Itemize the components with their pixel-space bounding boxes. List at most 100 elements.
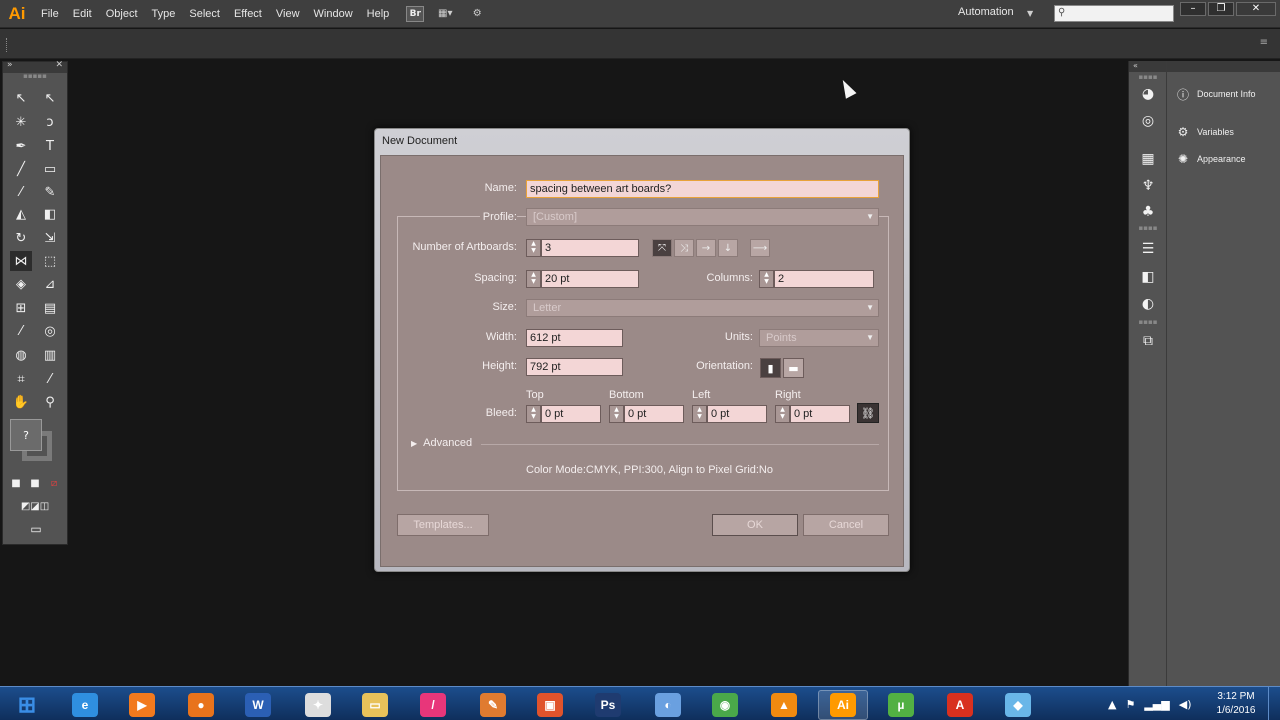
gradient-mode-icon[interactable]: ■	[26, 475, 44, 491]
bleed-bottom-stepper[interactable]: ▲ ▼	[609, 405, 624, 423]
blob-brush-tool-icon[interactable]: ◭	[10, 204, 32, 224]
close-button[interactable]: ✕	[1236, 2, 1276, 16]
panel-tab-appearance[interactable]: ✺ Appearance	[1175, 149, 1246, 169]
show-desktop-button[interactable]	[1268, 687, 1280, 720]
dock-grip[interactable]: ▪▪▪▪	[1133, 319, 1163, 326]
mesh-tool-icon[interactable]: ⊞	[10, 298, 32, 318]
transparency-panel-icon[interactable]: ◐	[1137, 294, 1159, 314]
artboard-tool-icon[interactable]: ⌗	[10, 369, 32, 389]
grid-by-column-icon[interactable]: ⤨	[674, 239, 694, 257]
artboards-count-field[interactable]: 3	[541, 239, 639, 257]
perspective-grid-tool-icon[interactable]: ⊿	[39, 274, 61, 294]
menu-help[interactable]: Help	[360, 8, 397, 20]
taskbar-app-red-button[interactable]: ▣	[525, 690, 575, 720]
collapse-icon[interactable]: »	[7, 60, 13, 70]
symbol-sprayer-tool-icon[interactable]: ◍	[10, 345, 32, 365]
dock-grip[interactable]: ▪▪▪▪	[1133, 225, 1163, 232]
portrait-orientation-icon[interactable]: ▮	[760, 358, 781, 378]
cancel-button[interactable]: Cancel	[803, 514, 889, 536]
zoom-tool-icon[interactable]: ⚲	[39, 392, 61, 412]
tools-grip[interactable]: ▪▪▪▪▪	[3, 73, 67, 81]
hand-tool-icon[interactable]: ✋	[10, 392, 32, 412]
swatches-icon[interactable]: ▦	[1137, 149, 1159, 169]
gradient-panel-icon[interactable]: ◧	[1137, 267, 1159, 287]
arrange-by-column-icon[interactable]: ↓	[718, 239, 738, 257]
taskbar-app-blue-button[interactable]: ◆	[993, 690, 1043, 720]
artboards-stepper[interactable]: ▲ ▼	[526, 239, 541, 257]
menu-select[interactable]: Select	[182, 8, 227, 20]
clock[interactable]: 3:12 PM 1/6/2016	[1210, 690, 1262, 718]
selection-tool-icon[interactable]: ↖	[10, 88, 32, 108]
scale-tool-icon[interactable]: ⇲	[39, 228, 61, 248]
spacing-stepper[interactable]: ▲ ▼	[526, 270, 541, 288]
pencil-tool-icon[interactable]: ✎	[39, 182, 61, 202]
taskbar-word-button[interactable]: W	[233, 690, 283, 720]
shape-builder-tool-icon[interactable]: ◈	[10, 274, 32, 294]
gradient-tool-icon[interactable]: ▤	[39, 298, 61, 318]
eraser-tool-icon[interactable]: ◧	[39, 204, 61, 224]
screen-mode-icon[interactable]: ▭	[21, 520, 51, 538]
dock-grip[interactable]: ▪▪▪▪	[1133, 74, 1163, 81]
none-mode-icon[interactable]: ⧄	[45, 475, 63, 491]
chevron-down-icon[interactable]: ▼	[1027, 9, 1033, 18]
dock-collapse-icon[interactable]: «	[1129, 61, 1166, 72]
taskbar-illustrator-button[interactable]: Ai	[818, 690, 868, 720]
eyedropper-tool-icon[interactable]: ⁄	[10, 321, 32, 341]
taskbar-internet-explorer-button[interactable]: e	[60, 690, 110, 720]
taskbar-app-tools-button[interactable]: ✎	[468, 690, 518, 720]
bleed-top-stepper[interactable]: ▲ ▼	[526, 405, 541, 423]
menu-effect[interactable]: Effect	[227, 8, 269, 20]
columns-field[interactable]: 2	[774, 270, 874, 288]
free-transform-tool-icon[interactable]: ⬚	[39, 251, 61, 271]
size-dropdown[interactable]: Letter ▼	[526, 299, 879, 317]
tray-expand-icon[interactable]: ▲	[1108, 698, 1116, 711]
paintbrush-tool-icon[interactable]: ⁄	[10, 182, 32, 202]
panel-tab-document-info[interactable]: ⓘ Document Info	[1175, 84, 1256, 104]
close-icon[interactable]: ✕	[55, 60, 63, 70]
stroke-panel-icon[interactable]: ☰	[1137, 239, 1159, 259]
bleed-left-field[interactable]: 0 pt	[707, 405, 767, 423]
templates-button[interactable]: Templates...	[397, 514, 489, 536]
direct-selection-tool-icon[interactable]: ↖	[39, 88, 61, 108]
restore-button[interactable]: ❐	[1208, 2, 1234, 16]
taskbar-app-pink-button[interactable]: /	[408, 690, 458, 720]
slice-tool-icon[interactable]: ⁄	[39, 369, 61, 389]
arrange-documents-icon[interactable]: ▦▾	[434, 5, 456, 23]
gpu-performance-icon[interactable]: ⚙	[466, 5, 488, 23]
panel-menu-icon[interactable]: ≡	[1260, 37, 1268, 48]
profile-dropdown[interactable]: [Custom] ▼	[526, 208, 879, 226]
minimize-button[interactable]: –	[1180, 2, 1206, 16]
bleed-bottom-field[interactable]: 0 pt	[624, 405, 684, 423]
menu-type[interactable]: Type	[145, 8, 183, 20]
taskbar-file-explorer-button[interactable]: ▭	[350, 690, 400, 720]
taskbar-utorrent-button[interactable]: µ	[876, 690, 926, 720]
bleed-left-stepper[interactable]: ▲ ▼	[692, 405, 707, 423]
menu-view[interactable]: View	[269, 8, 307, 20]
tray-flag-icon[interactable]: ⚑	[1125, 698, 1135, 711]
pen-tool-icon[interactable]: ✒	[10, 136, 32, 156]
taskbar-vlc-button[interactable]: ▲	[759, 690, 809, 720]
columns-stepper[interactable]: ▲ ▼	[759, 270, 774, 288]
menu-window[interactable]: Window	[307, 8, 360, 20]
drawing-modes-icon[interactable]: ◩◪◫	[7, 498, 63, 514]
fill-swatch[interactable]: ?	[10, 419, 42, 451]
advanced-toggle[interactable]: ▶ Advanced	[411, 437, 472, 449]
width-tool-icon[interactable]: ⋈	[10, 251, 32, 271]
magic-wand-tool-icon[interactable]: ✳	[10, 112, 32, 132]
line-tool-icon[interactable]: ╱	[10, 159, 32, 179]
taskbar-firefox-button[interactable]: ●	[176, 690, 226, 720]
ok-button[interactable]: OK	[712, 514, 798, 536]
bridge-button[interactable]: Br	[406, 5, 425, 22]
control-bar-grip[interactable]	[6, 38, 9, 52]
rectangle-tool-icon[interactable]: ▭	[39, 159, 61, 179]
taskbar-media-player-button[interactable]: ▶	[117, 690, 167, 720]
network-icon[interactable]: ▂▄▆	[1144, 698, 1169, 711]
taskbar-chrome-button[interactable]: ◉	[700, 690, 750, 720]
taskbar-camtasia-button[interactable]: ✦	[293, 690, 343, 720]
brushes-icon[interactable]: ♆	[1137, 176, 1159, 196]
menu-edit[interactable]: Edit	[66, 8, 99, 20]
color-mode-icon[interactable]: ■	[7, 475, 25, 491]
width-field[interactable]: 612 pt	[526, 329, 623, 347]
lasso-tool-icon[interactable]: ↄ	[39, 112, 61, 132]
fill-stroke-control[interactable]: ?	[8, 419, 60, 471]
